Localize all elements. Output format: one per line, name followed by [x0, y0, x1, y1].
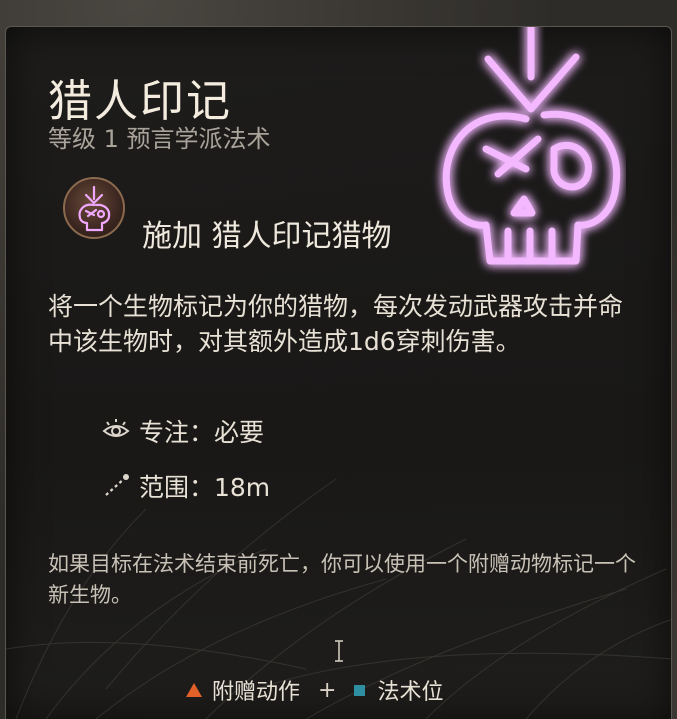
spell-slot-square-icon: [354, 684, 366, 696]
range-icon: [105, 474, 129, 496]
bonus-action-triangle-icon: [186, 683, 202, 697]
range-property: 范围：18m: [101, 468, 270, 504]
cast-action-label: 施加 猎人印记猎物: [142, 219, 392, 254]
spell-small-icon: [63, 177, 125, 239]
concentration-text: 专注：必要: [139, 418, 265, 447]
text-cursor-icon: [335, 640, 343, 662]
spell-description: 将一个生物标记为你的猎物，每次发动武器攻击并命中该生物时，对其额外造成1d6穿刺…: [48, 292, 624, 356]
spell-extra-note: 如果目标在法术结束前死亡，你可以使用一个附赠动物标记一个新生物。: [48, 552, 636, 607]
bonus-action-label: 附赠动作: [212, 680, 301, 705]
concentration-property: 专注：必要: [101, 413, 264, 449]
cost-separator: +: [318, 677, 337, 703]
spell-level-school: 等级 1 预言学派法术: [48, 125, 271, 153]
range-text: 范围：18m: [139, 473, 271, 502]
action-cost: 附赠动作 + 法术位: [186, 674, 443, 706]
hunters-mark-skull-icon: [442, 27, 621, 265]
spell-tooltip: 猎人印记 等级 1 预言学派法术 施加 猎人印记猎物 将一个生物标记为你的猎物，…: [5, 26, 672, 719]
small-skull-icon: [78, 185, 111, 232]
spell-slot-label: 法术位: [377, 680, 444, 705]
concentration-icon: [102, 419, 130, 437]
